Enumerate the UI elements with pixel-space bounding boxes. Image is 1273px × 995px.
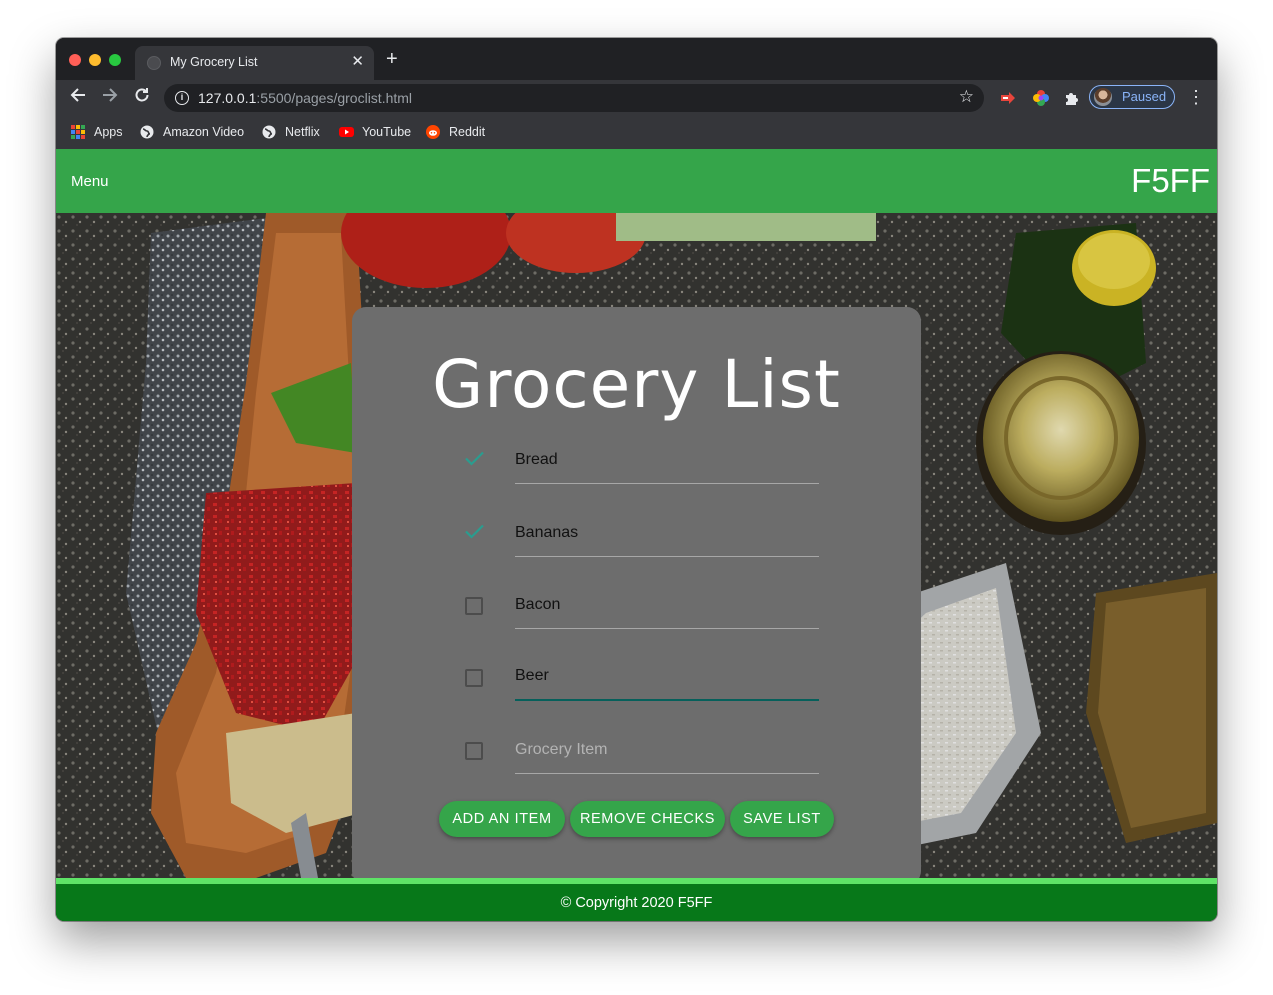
copyright-text: © Copyright 2020 F5FF xyxy=(560,895,713,911)
url-text[interactable]: 127.0.0.1:5500/pages/groclist.html xyxy=(198,90,412,106)
list-item xyxy=(460,436,820,488)
browser-toolbar: i 127.0.0.1:5500/pages/groclist.html ☆ P… xyxy=(56,80,1217,116)
tab-strip: My Grocery List ✕ + xyxy=(56,38,1217,80)
url-path: :5500/pages/groclist.html xyxy=(256,90,413,106)
avatar xyxy=(1094,88,1112,106)
url-host: 127.0.0.1 xyxy=(198,90,257,106)
brand-logo[interactable]: F5FF xyxy=(1131,162,1210,200)
list-item xyxy=(460,653,820,705)
site-footer: © Copyright 2020 F5FF xyxy=(56,884,1217,921)
new-grocery-item-input[interactable] xyxy=(515,726,819,774)
address-bar[interactable]: i 127.0.0.1:5500/pages/groclist.html ☆ xyxy=(164,84,984,112)
checkbox-unchecked-icon[interactable] xyxy=(465,597,483,615)
extension-colorwheel-icon[interactable] xyxy=(1032,89,1050,107)
grocery-item-input[interactable] xyxy=(515,509,819,557)
globe-icon xyxy=(140,125,154,139)
forward-arrow-icon[interactable] xyxy=(98,86,122,110)
site-navbar: Menu F5FF xyxy=(56,149,1217,213)
extensions-puzzle-icon[interactable] xyxy=(1063,89,1081,107)
checkbox-unchecked-icon[interactable] xyxy=(465,669,483,687)
remove-checks-button[interactable]: REMOVE CHECKS xyxy=(570,801,725,837)
back-arrow-icon[interactable] xyxy=(66,86,90,110)
reload-icon[interactable] xyxy=(130,86,154,110)
new-tab-button[interactable]: + xyxy=(386,49,398,69)
browser-window: My Grocery List ✕ + i 127.0.0.1:5500/pag… xyxy=(56,38,1217,921)
profile-button[interactable]: Paused xyxy=(1089,85,1175,109)
list-item xyxy=(460,509,820,561)
page-content: Menu F5FF Grocery List Bread Bananas Bac… xyxy=(56,149,1217,921)
bookmark-label: Apps xyxy=(94,125,123,139)
bookmark-label: YouTube xyxy=(362,125,412,139)
apps-grid-icon xyxy=(71,125,85,139)
tab-title: My Grocery List xyxy=(170,55,258,69)
minimize-window-button[interactable] xyxy=(89,54,101,66)
tab-my-grocery-list[interactable]: My Grocery List ✕ xyxy=(135,46,374,80)
close-window-button[interactable] xyxy=(69,54,81,66)
save-list-button[interactable]: SAVE LIST xyxy=(730,801,834,837)
profile-label: Paused xyxy=(1122,89,1167,104)
list-item xyxy=(460,581,820,633)
bookmark-star-icon[interactable]: ☆ xyxy=(959,87,974,107)
bookmark-label: Reddit xyxy=(449,125,486,139)
grocery-item-input[interactable] xyxy=(515,581,819,629)
background-photo: Grocery List Bread Bananas Bacon Beer Gr… xyxy=(56,213,1217,878)
menu-link[interactable]: Menu xyxy=(71,173,109,190)
extension-red-icon[interactable] xyxy=(999,89,1017,107)
grocery-card: Grocery List Bread Bananas Bacon Beer Gr… xyxy=(352,307,921,878)
globe-icon xyxy=(147,56,161,70)
list-item xyxy=(460,726,820,778)
grocery-item-input-focused[interactable] xyxy=(515,653,819,701)
more-menu-icon[interactable]: ⋮ xyxy=(1187,86,1205,108)
bookmark-label: Amazon Video xyxy=(163,125,245,139)
bookmark-label: Netflix xyxy=(285,125,320,139)
youtube-icon xyxy=(339,125,354,139)
maximize-window-button[interactable] xyxy=(109,54,121,66)
add-item-button[interactable]: ADD AN ITEM xyxy=(439,801,565,837)
bookmarks-bar: Apps Amazon Video Netflix YouTube Reddit xyxy=(56,116,1217,149)
checkmark-icon[interactable] xyxy=(462,446,486,470)
checkbox-unchecked-icon[interactable] xyxy=(465,742,483,760)
close-icon[interactable]: ✕ xyxy=(351,52,364,70)
info-icon[interactable]: i xyxy=(175,91,189,105)
globe-icon xyxy=(262,125,276,139)
page-title: Grocery List xyxy=(432,346,841,423)
grocery-item-input[interactable] xyxy=(515,436,819,484)
checkmark-icon[interactable] xyxy=(462,519,486,543)
reddit-icon xyxy=(426,125,440,139)
